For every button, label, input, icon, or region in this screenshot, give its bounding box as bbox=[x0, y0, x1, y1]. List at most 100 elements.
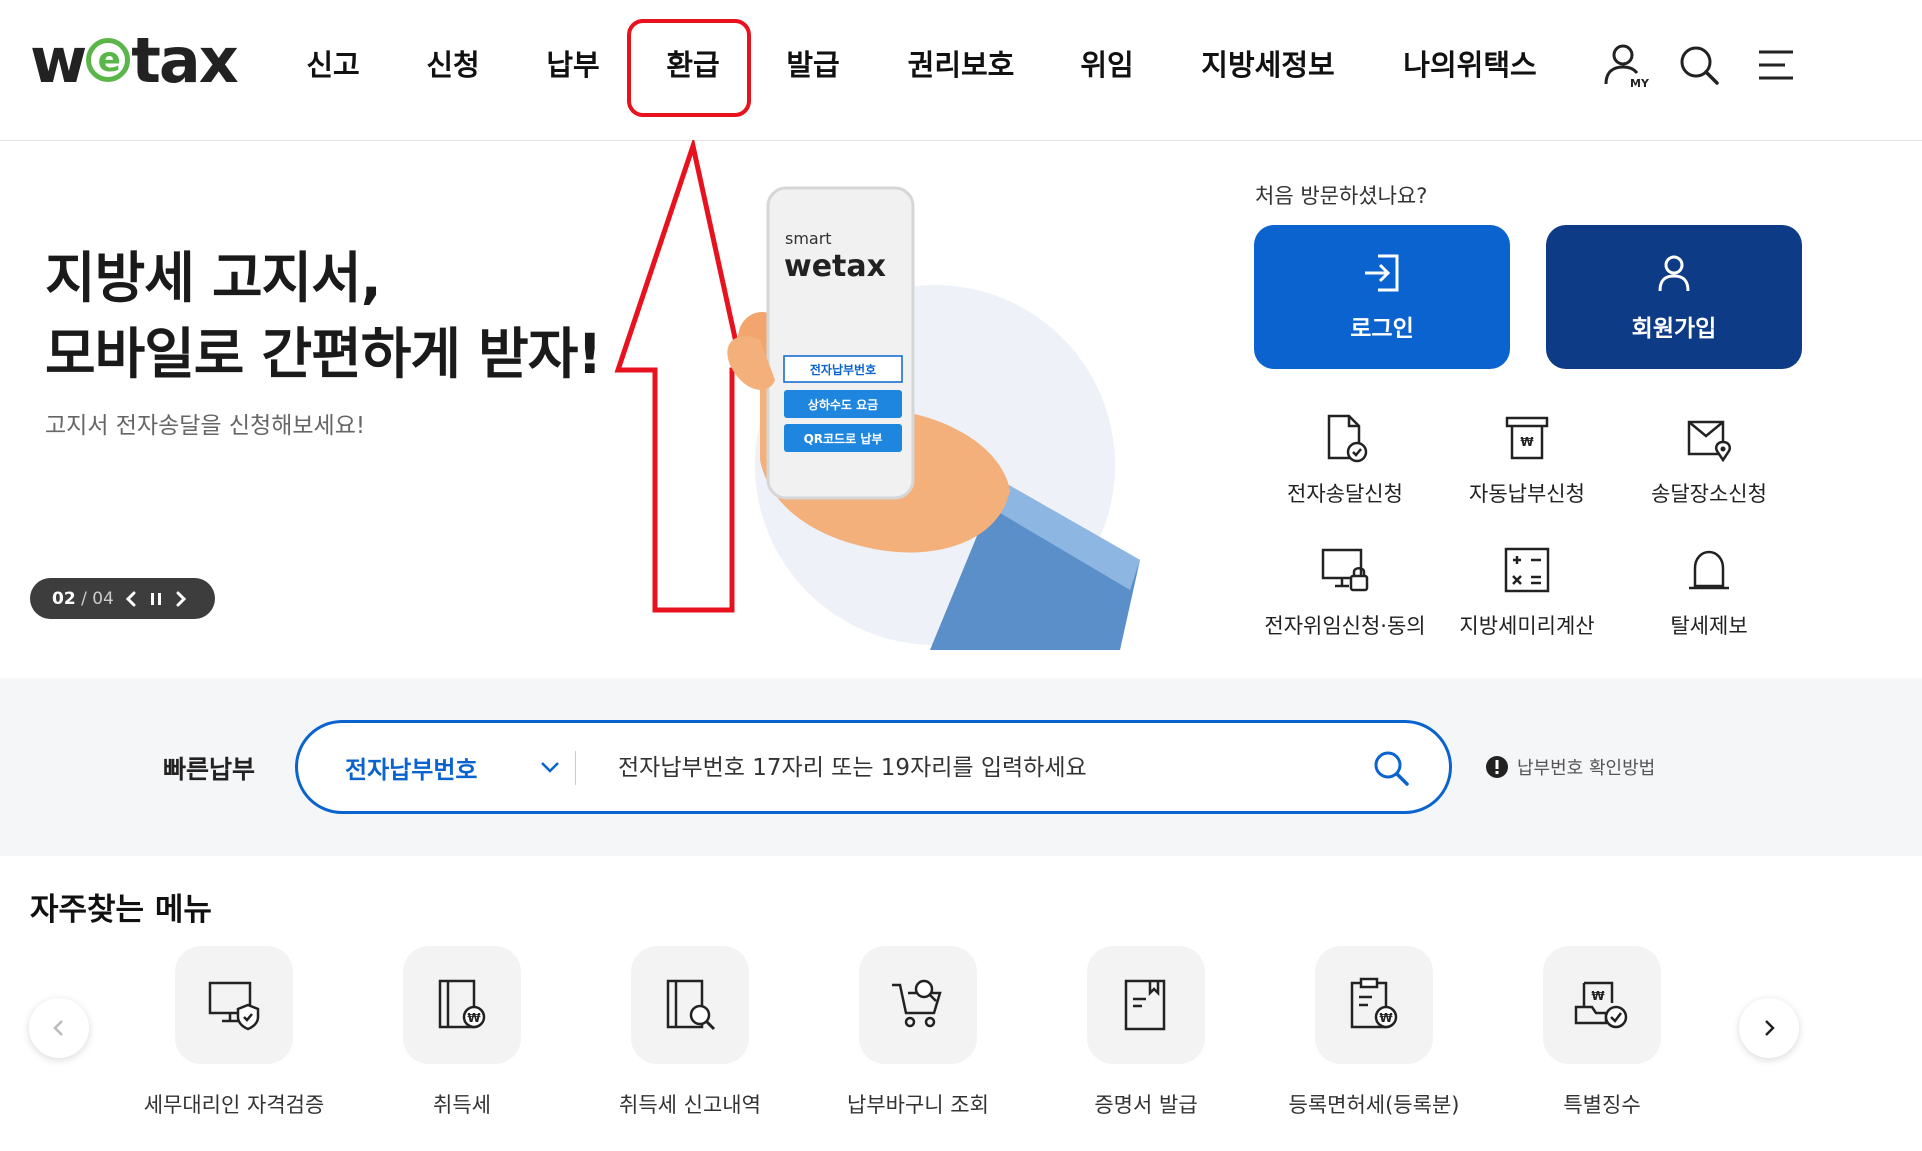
svg-text:wetax: wetax bbox=[784, 249, 886, 284]
nav-item-local-tax-info[interactable]: 지방세정보 bbox=[1201, 42, 1334, 88]
hero-title: 지방세 고지서, 모바일로 간편하게 받자! bbox=[45, 240, 602, 392]
prev-banner-icon[interactable] bbox=[124, 590, 138, 608]
login-icon bbox=[1365, 254, 1399, 292]
svg-text:₩: ₩ bbox=[1520, 435, 1534, 449]
phone-hand-illustration: smart wetax 전자납부번호 상하수도 요금 QR코드로 납부 bbox=[727, 186, 1140, 650]
service-delivery-location[interactable]: 송달장소신청 bbox=[1619, 412, 1799, 508]
nav-item-pay[interactable]: 납부 bbox=[546, 42, 599, 88]
pause-banner-icon[interactable] bbox=[148, 590, 164, 608]
menu-label: 특별징수 bbox=[1563, 1093, 1641, 1117]
frequent-item-special-collection[interactable]: ₩ 특별징수 bbox=[1488, 946, 1716, 1119]
frequent-item-report-history[interactable]: 취득세 신고내역 bbox=[576, 946, 804, 1119]
service-tax-calculator[interactable]: 지방세미리계산 bbox=[1437, 544, 1617, 640]
search-icon[interactable] bbox=[1674, 40, 1724, 90]
service-label: 송달장소신청 bbox=[1651, 482, 1767, 506]
next-banner-icon[interactable] bbox=[174, 590, 188, 608]
nav-item-report[interactable]: 신고 bbox=[306, 42, 359, 88]
my-page-icon[interactable]: MY bbox=[1601, 40, 1651, 90]
quick-pay-label: 빠른납부 bbox=[163, 755, 256, 784]
svg-text:상하수도 요금: 상하수도 요금 bbox=[808, 397, 878, 412]
menu-label: 취득세 신고내역 bbox=[619, 1093, 761, 1117]
frequent-item-certificate[interactable]: 증명서 발급 bbox=[1032, 946, 1260, 1119]
nav-item-apply[interactable]: 신청 bbox=[426, 42, 479, 88]
frequent-item-registration-tax[interactable]: ₩ 등록면허세(등록분) bbox=[1260, 946, 1488, 1119]
menu-label: 세무대리인 자격검증 bbox=[143, 1093, 325, 1117]
menu-label: 등록면허세(등록분) bbox=[1288, 1093, 1460, 1117]
special-collection-icon: ₩ bbox=[1574, 981, 1628, 1029]
payment-cart-icon bbox=[892, 979, 942, 1028]
pager-total: 04 bbox=[92, 588, 114, 609]
agent-verification-icon bbox=[208, 981, 260, 1031]
login-button[interactable]: 로그인 bbox=[1254, 225, 1510, 369]
svg-text:₩: ₩ bbox=[1379, 1011, 1393, 1025]
svg-text:MY: MY bbox=[1630, 77, 1650, 90]
banner-pager: 02 / 04 bbox=[30, 578, 215, 619]
menu-hamburger-icon[interactable] bbox=[1755, 40, 1805, 90]
logo-e-mark: e bbox=[86, 38, 131, 82]
frequent-item-agent-verification[interactable]: 세무대리인 자격검증 bbox=[120, 946, 348, 1119]
carousel-next-button[interactable] bbox=[1739, 998, 1799, 1058]
nav-item-my-wetax[interactable]: 나의위택스 bbox=[1403, 42, 1536, 88]
registration-tax-icon: ₩ bbox=[1350, 977, 1398, 1029]
menu-label: 취득세 bbox=[433, 1093, 491, 1117]
payment-type-select[interactable]: 전자납부번호 bbox=[345, 723, 477, 811]
svg-text:QR코드로 납부: QR코드로 납부 bbox=[804, 432, 883, 446]
first-visit-text: 처음 방문하셨나요? bbox=[1255, 184, 1428, 208]
acquisition-tax-icon: ₩ bbox=[438, 979, 486, 1029]
nav-item-rights[interactable]: 권리보호 bbox=[908, 42, 1015, 88]
pager-current: 02 bbox=[52, 588, 76, 609]
menu-label: 납부바구니 조회 bbox=[847, 1093, 989, 1117]
service-label: 자동납부신청 bbox=[1469, 482, 1585, 506]
service-e-delegation[interactable]: 전자위임신청·동의 bbox=[1255, 544, 1435, 640]
menu-tile bbox=[859, 946, 977, 1064]
signup-label: 회원가입 bbox=[1631, 316, 1717, 342]
wetax-logo[interactable]: w e tax bbox=[30, 24, 239, 97]
auto-payment-icon: ₩ bbox=[1505, 416, 1549, 460]
menu-tile bbox=[631, 946, 749, 1064]
svg-text:smart: smart bbox=[785, 229, 832, 248]
service-e-delivery[interactable]: 전자송달신청 bbox=[1255, 412, 1435, 508]
service-label: 전자송달신청 bbox=[1287, 482, 1403, 506]
payment-number-help-link[interactable]: 납부번호 확인방법 bbox=[1485, 754, 1655, 780]
siren-icon bbox=[1689, 550, 1729, 590]
svg-text:₩: ₩ bbox=[1591, 989, 1605, 1003]
service-label: 전자위임신청·동의 bbox=[1264, 614, 1426, 638]
certificate-icon bbox=[1124, 979, 1166, 1031]
service-label: 탈세제보 bbox=[1670, 614, 1748, 638]
logo-text-tax: tax bbox=[131, 23, 238, 97]
site-header: w e tax 신고 신청 납부 환급 발급 권리보호 위임 지방세정보 나의위택스… bbox=[0, 0, 1922, 141]
login-label: 로그인 bbox=[1350, 316, 1414, 342]
menu-tile: ₩ bbox=[1315, 946, 1433, 1064]
delivery-location-icon bbox=[1687, 420, 1731, 463]
menu-tile bbox=[1087, 946, 1205, 1064]
pager-separator: / bbox=[81, 588, 87, 609]
svg-text:전자납부번호: 전자납부번호 bbox=[810, 362, 876, 377]
hero-subtitle: 고지서 전자송달을 신청해보세요! bbox=[45, 413, 366, 439]
report-history-icon bbox=[666, 979, 716, 1031]
quick-pay-search-icon[interactable] bbox=[1370, 747, 1412, 789]
signup-button[interactable]: 회원가입 bbox=[1546, 225, 1802, 369]
frequent-item-acquisition-tax[interactable]: ₩ 취득세 bbox=[348, 946, 576, 1119]
frequent-item-payment-cart[interactable]: 납부바구니 조회 bbox=[804, 946, 1032, 1119]
menu-label: 증명서 발급 bbox=[1094, 1093, 1198, 1117]
info-alert-icon bbox=[1486, 756, 1508, 778]
select-divider bbox=[575, 751, 576, 785]
help-label: 납부번호 확인방법 bbox=[1517, 758, 1656, 779]
service-label: 지방세미리계산 bbox=[1459, 614, 1595, 638]
user-icon bbox=[1658, 255, 1690, 292]
chevron-down-icon[interactable] bbox=[538, 755, 562, 779]
frequent-menu-title: 자주찾는 메뉴 bbox=[30, 892, 212, 928]
chevron-left-icon bbox=[53, 1020, 63, 1036]
payment-number-input[interactable] bbox=[616, 723, 1280, 813]
service-tax-evasion-report[interactable]: 탈세제보 bbox=[1619, 544, 1799, 640]
quick-pay-search-box: 전자납부번호 bbox=[295, 720, 1452, 814]
carousel-prev-button[interactable] bbox=[29, 998, 89, 1058]
hero-title-line1: 지방세 고지서, bbox=[45, 246, 382, 310]
e-delegation-monitor-icon bbox=[1321, 548, 1369, 592]
nav-item-delegation[interactable]: 위임 bbox=[1080, 42, 1133, 88]
menu-tile: ₩ bbox=[403, 946, 521, 1064]
logo-text-w: w bbox=[30, 23, 87, 97]
chevron-right-icon bbox=[1765, 1020, 1775, 1036]
service-auto-payment[interactable]: ₩ 자동납부신청 bbox=[1437, 412, 1617, 508]
nav-item-issue[interactable]: 발급 bbox=[786, 42, 839, 88]
